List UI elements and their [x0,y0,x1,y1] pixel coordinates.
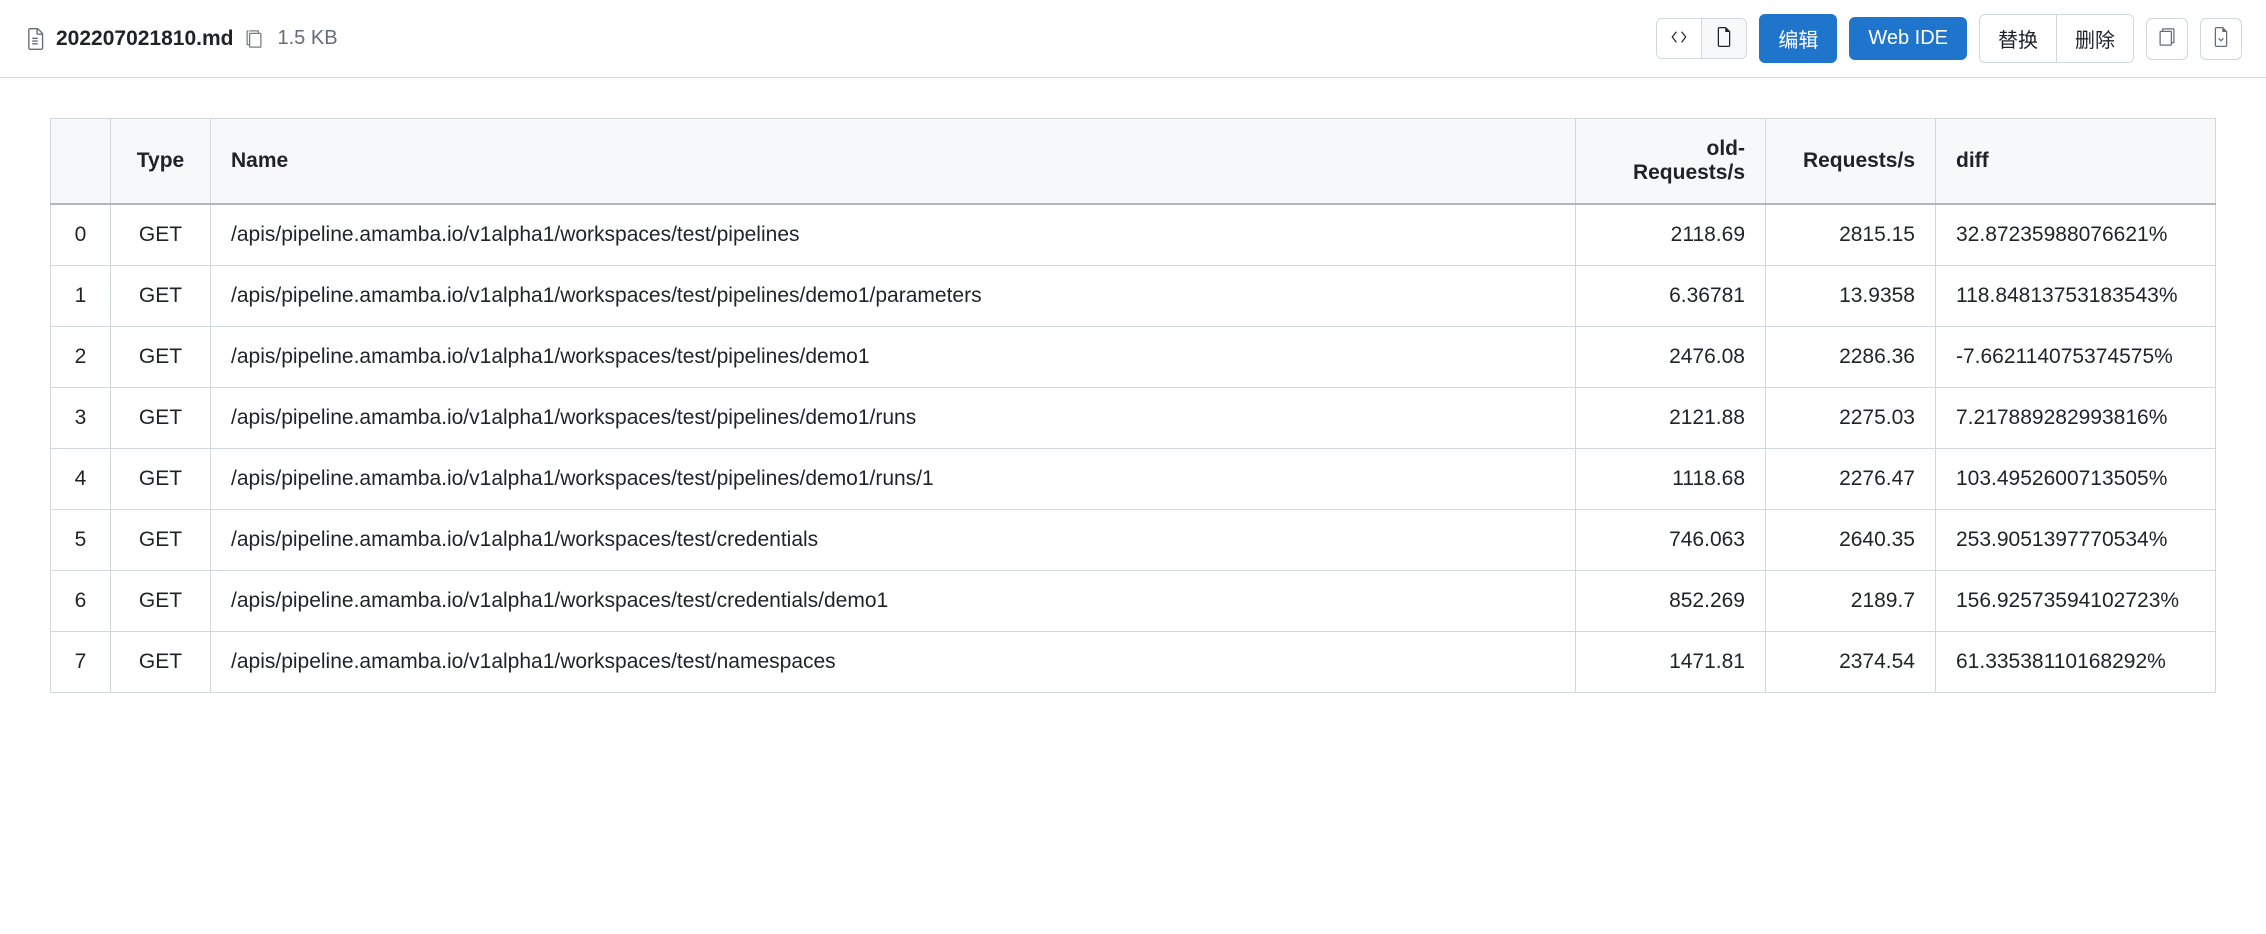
cell-name: /apis/pipeline.amamba.io/v1alpha1/worksp… [211,510,1576,571]
cell-old-requests: 1471.81 [1576,632,1766,693]
replace-button[interactable]: 替换 [1980,15,2056,62]
download-file-icon [2211,27,2231,50]
cell-requests: 13.9358 [1766,266,1936,327]
cell-requests: 2374.54 [1766,632,1936,693]
cell-name: /apis/pipeline.amamba.io/v1alpha1/worksp… [211,388,1576,449]
cell-type: GET [111,204,211,266]
cell-old-requests: 2121.88 [1576,388,1766,449]
file-toolbar: 编辑 Web IDE 替换 删除 [1656,14,2242,63]
view-mode-toggle [1656,18,1747,59]
cell-type: GET [111,388,211,449]
col-index [51,119,111,205]
col-diff: diff [1936,119,2216,205]
cell-name: /apis/pipeline.amamba.io/v1alpha1/worksp… [211,327,1576,388]
cell-requests: 2275.03 [1766,388,1936,449]
edit-button[interactable]: 编辑 [1759,14,1837,63]
cell-type: GET [111,632,211,693]
cell-diff: -7.662114075374575% [1936,327,2216,388]
data-table: Type Name old-Requests/s Requests/s diff… [50,118,2216,693]
cell-requests: 2815.15 [1766,204,1936,266]
cell-diff: 7.217889282993816% [1936,388,2216,449]
col-requests: Requests/s [1766,119,1936,205]
cell-index: 1 [51,266,111,327]
cell-type: GET [111,449,211,510]
cell-index: 3 [51,388,111,449]
code-icon [1669,27,1689,50]
copy-contents-button[interactable] [2146,18,2188,60]
file-content: Type Name old-Requests/s Requests/s diff… [0,78,2266,733]
cell-diff: 32.87235988076621% [1936,204,2216,266]
download-button[interactable] [2200,18,2242,60]
cell-type: GET [111,327,211,388]
cell-index: 2 [51,327,111,388]
cell-type: GET [111,510,211,571]
col-old-requests: old-Requests/s [1576,119,1766,205]
file-name: 202207021810.md [56,27,234,51]
cell-name: /apis/pipeline.amamba.io/v1alpha1/worksp… [211,266,1576,327]
table-row: 0GET/apis/pipeline.amamba.io/v1alpha1/wo… [51,204,2216,266]
file-document-icon [24,28,46,50]
col-type: Type [111,119,211,205]
table-row: 3GET/apis/pipeline.amamba.io/v1alpha1/wo… [51,388,2216,449]
cell-index: 6 [51,571,111,632]
table-header-row: Type Name old-Requests/s Requests/s diff [51,119,2216,205]
cell-diff: 61.33538110168292% [1936,632,2216,693]
cell-requests: 2286.36 [1766,327,1936,388]
cell-old-requests: 2118.69 [1576,204,1766,266]
cell-index: 5 [51,510,111,571]
copy-path-icon[interactable] [244,29,264,49]
cell-name: /apis/pipeline.amamba.io/v1alpha1/worksp… [211,571,1576,632]
cell-diff: 118.84813753183543% [1936,266,2216,327]
table-row: 7GET/apis/pipeline.amamba.io/v1alpha1/wo… [51,632,2216,693]
cell-old-requests: 2476.08 [1576,327,1766,388]
cell-diff: 103.4952600713505% [1936,449,2216,510]
document-icon [1714,27,1734,50]
cell-requests: 2276.47 [1766,449,1936,510]
cell-type: GET [111,266,211,327]
cell-old-requests: 1118.68 [1576,449,1766,510]
table-row: 6GET/apis/pipeline.amamba.io/v1alpha1/wo… [51,571,2216,632]
cell-diff: 156.92573594102723% [1936,571,2216,632]
file-size: 1.5 KB [278,27,338,50]
cell-name: /apis/pipeline.amamba.io/v1alpha1/worksp… [211,449,1576,510]
cell-old-requests: 6.36781 [1576,266,1766,327]
cell-index: 0 [51,204,111,266]
rendered-view-button[interactable] [1701,19,1746,58]
web-ide-button[interactable]: Web IDE [1849,17,1967,60]
cell-diff: 253.9051397770534% [1936,510,2216,571]
source-view-button[interactable] [1657,19,1701,58]
cell-index: 7 [51,632,111,693]
table-row: 4GET/apis/pipeline.amamba.io/v1alpha1/wo… [51,449,2216,510]
col-name: Name [211,119,1576,205]
cell-old-requests: 746.063 [1576,510,1766,571]
cell-old-requests: 852.269 [1576,571,1766,632]
table-row: 5GET/apis/pipeline.amamba.io/v1alpha1/wo… [51,510,2216,571]
cell-requests: 2640.35 [1766,510,1936,571]
delete-button[interactable]: 删除 [2056,15,2133,62]
copy-icon [2157,27,2177,50]
file-header: 202207021810.md 1.5 KB 编辑 Web IDE 替换 删除 [0,0,2266,78]
table-row: 2GET/apis/pipeline.amamba.io/v1alpha1/wo… [51,327,2216,388]
cell-name: /apis/pipeline.amamba.io/v1alpha1/worksp… [211,204,1576,266]
cell-type: GET [111,571,211,632]
file-info: 202207021810.md 1.5 KB [24,27,338,51]
replace-delete-group: 替换 删除 [1979,14,2134,63]
table-row: 1GET/apis/pipeline.amamba.io/v1alpha1/wo… [51,266,2216,327]
cell-name: /apis/pipeline.amamba.io/v1alpha1/worksp… [211,632,1576,693]
cell-requests: 2189.7 [1766,571,1936,632]
cell-index: 4 [51,449,111,510]
